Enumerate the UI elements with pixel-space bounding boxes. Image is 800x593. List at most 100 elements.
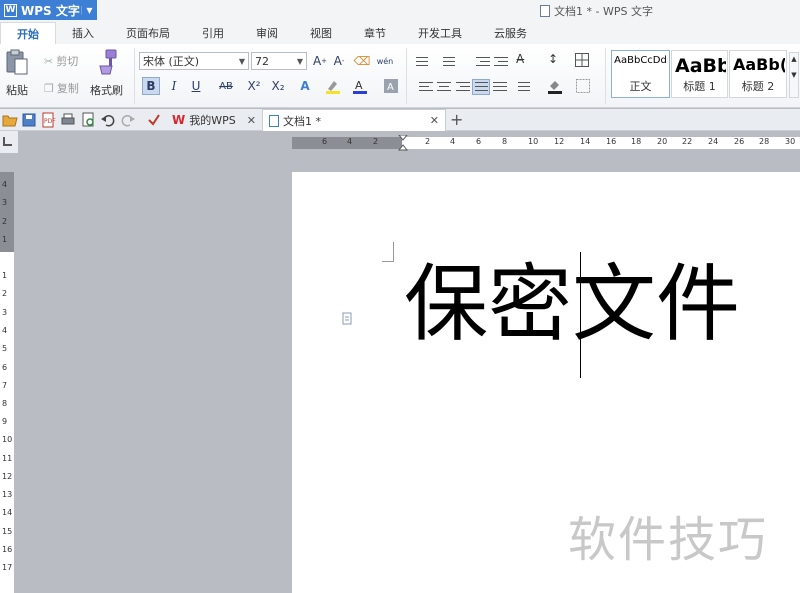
print-preview-icon[interactable] (80, 112, 96, 128)
ruler-tick-label: 10 (2, 435, 13, 444)
clear-format-icon[interactable]: ⌫ (353, 52, 371, 70)
tab-page-layout[interactable]: 页面布局 (110, 22, 186, 44)
ruler-tick-label: 8 (2, 399, 8, 408)
cut-button[interactable]: ✂ 剪切 (44, 53, 78, 69)
char-shading-icon[interactable]: A (382, 77, 400, 95)
ruler-tick-label: 14 (2, 508, 13, 517)
paragraph-layout-icon[interactable] (342, 312, 354, 326)
copy-button[interactable]: ❐ 复制 (44, 80, 79, 96)
document-text[interactable]: 保密文件 (404, 262, 740, 346)
change-case-icon[interactable]: A̶ (516, 52, 534, 68)
quick-access-bar: PDF W 我的WPS ✕ 文档1 * ✕ + (0, 109, 800, 131)
ruler-tick-label: 22 (682, 137, 693, 146)
bold-button[interactable]: B (142, 77, 160, 95)
style-heading-1-label: 标题 1 (683, 80, 716, 93)
format-painter-button[interactable]: 格式刷 (90, 48, 123, 98)
open-folder-icon[interactable] (2, 112, 18, 128)
tab-review[interactable]: 审阅 (240, 22, 294, 44)
ribbon-tabs: 开始 插入 页面布局 引用 审阅 视图 章节 开发工具 云服务 (0, 22, 800, 44)
doc-tab-my-wps[interactable]: W 我的WPS ✕ (166, 109, 262, 131)
ruler-tick-label: 6 (476, 137, 482, 146)
align-center-icon[interactable] (435, 80, 453, 96)
ruler-tick-label: 15 (2, 527, 13, 536)
borders-icon[interactable] (576, 79, 594, 95)
doc-tab-document1[interactable]: 文档1 * ✕ (262, 109, 446, 131)
tab-references[interactable]: 引用 (186, 22, 240, 44)
underline-button[interactable]: U (187, 77, 205, 95)
new-tab-button[interactable]: + (450, 110, 463, 129)
ruler-tick-label: 9 (2, 417, 8, 426)
font-family-value: 宋体 (正文) (143, 55, 200, 68)
line-spacing-icon[interactable] (516, 80, 534, 96)
indent-marker-icon[interactable] (398, 135, 408, 151)
export-pdf-icon[interactable]: PDF (40, 112, 56, 128)
numbering-icon[interactable] (441, 54, 459, 70)
tab-cloud[interactable]: 云服务 (478, 22, 543, 44)
close-icon[interactable]: ✕ (247, 114, 256, 127)
decrease-indent-icon[interactable] (474, 54, 492, 70)
ruler-tick-label: 16 (606, 137, 617, 146)
ruler-tick-label: 17 (2, 563, 13, 572)
font-color-icon[interactable]: A (351, 77, 369, 95)
horizontal-ruler[interactable]: 6 4 2 2 4 6 8 10 12 14 16 18 20 22 24 26 28 30 (292, 135, 800, 151)
style-heading-2[interactable]: AaBb( 标题 2 (729, 50, 787, 98)
paste-button[interactable]: 粘贴 (4, 48, 30, 98)
highlight-color-icon[interactable] (324, 77, 342, 95)
save-icon[interactable] (21, 112, 37, 128)
font-size-value: 72 (255, 54, 269, 68)
style-heading-1[interactable]: AaBb 标题 1 (671, 50, 728, 98)
font-family-select[interactable]: 宋体 (正文) ▼ (139, 52, 249, 70)
tab-insert[interactable]: 插入 (56, 22, 110, 44)
document-page[interactable]: 保密文件 软件技巧 (292, 172, 800, 593)
ruler-tick-label: 24 (708, 137, 719, 146)
tab-home[interactable]: 开始 (0, 22, 56, 44)
app-menu-button[interactable]: W WPS 文字 ▼ (0, 0, 97, 20)
ruler-tick-label: 4 (347, 137, 353, 146)
underline-label: U (191, 79, 201, 93)
undo-icon[interactable] (100, 112, 116, 128)
group-divider (134, 48, 135, 104)
ruler-tick-label: 14 (580, 137, 591, 146)
tab-section[interactable]: 章节 (348, 22, 402, 44)
increase-indent-icon[interactable] (492, 54, 510, 70)
text-effect-icon[interactable]: A (296, 77, 314, 95)
superscript-button[interactable]: X² (245, 77, 263, 95)
chevron-down-icon: ▼ (81, 5, 97, 15)
styles-scroll[interactable]: ▲ ▼ (789, 52, 799, 98)
subscript-button[interactable]: X₂ (269, 77, 287, 95)
italic-button[interactable]: I (165, 77, 183, 95)
print-icon[interactable] (60, 112, 76, 128)
ruler-tick-label: 1 (2, 235, 8, 244)
distributed-icon[interactable] (491, 80, 509, 96)
group-divider (406, 48, 407, 104)
pinyin-guide-button[interactable]: wén (376, 52, 394, 70)
group-divider (605, 48, 606, 104)
style-normal[interactable]: AaBbCcDd 正文 (611, 50, 670, 98)
customize-toolbar-icon[interactable] (146, 112, 162, 128)
shading-icon[interactable] (547, 78, 565, 94)
justify-icon[interactable] (472, 79, 490, 95)
close-icon[interactable]: ✕ (430, 114, 439, 127)
tab-stop-selector[interactable] (0, 131, 18, 153)
redo-icon[interactable] (120, 112, 136, 128)
tab-developer[interactable]: 开发工具 (402, 22, 478, 44)
ruler-tick-label: 28 (759, 137, 770, 146)
style-heading-2-label: 标题 2 (741, 80, 775, 93)
doc-tab-label: 文档1 * (283, 114, 321, 128)
shrink-font-icon[interactable]: A- (330, 52, 348, 70)
tab-view[interactable]: 视图 (294, 22, 348, 44)
vertical-ruler[interactable]: 4 3 2 1 1 2 3 4 5 6 7 8 9 10 11 12 13 14 15 16 17 (0, 172, 14, 593)
strikethrough-button[interactable]: AB (215, 77, 237, 95)
sort-icon[interactable]: ↕ (548, 52, 566, 68)
grow-font-icon[interactable]: A + (311, 52, 329, 70)
margin-corner-mark (382, 242, 394, 262)
align-left-icon[interactable] (417, 80, 435, 96)
ruler-tick-label: 12 (2, 472, 13, 481)
font-size-select[interactable]: 72 ▼ (251, 52, 307, 70)
style-heading-1-sample: AaBb (675, 55, 726, 77)
align-right-icon[interactable] (454, 80, 472, 96)
table-grid-icon[interactable] (575, 53, 593, 69)
ruler-tick-label: 4 (450, 137, 456, 146)
copy-icon: ❐ (44, 81, 54, 95)
bullets-icon[interactable] (414, 54, 432, 70)
